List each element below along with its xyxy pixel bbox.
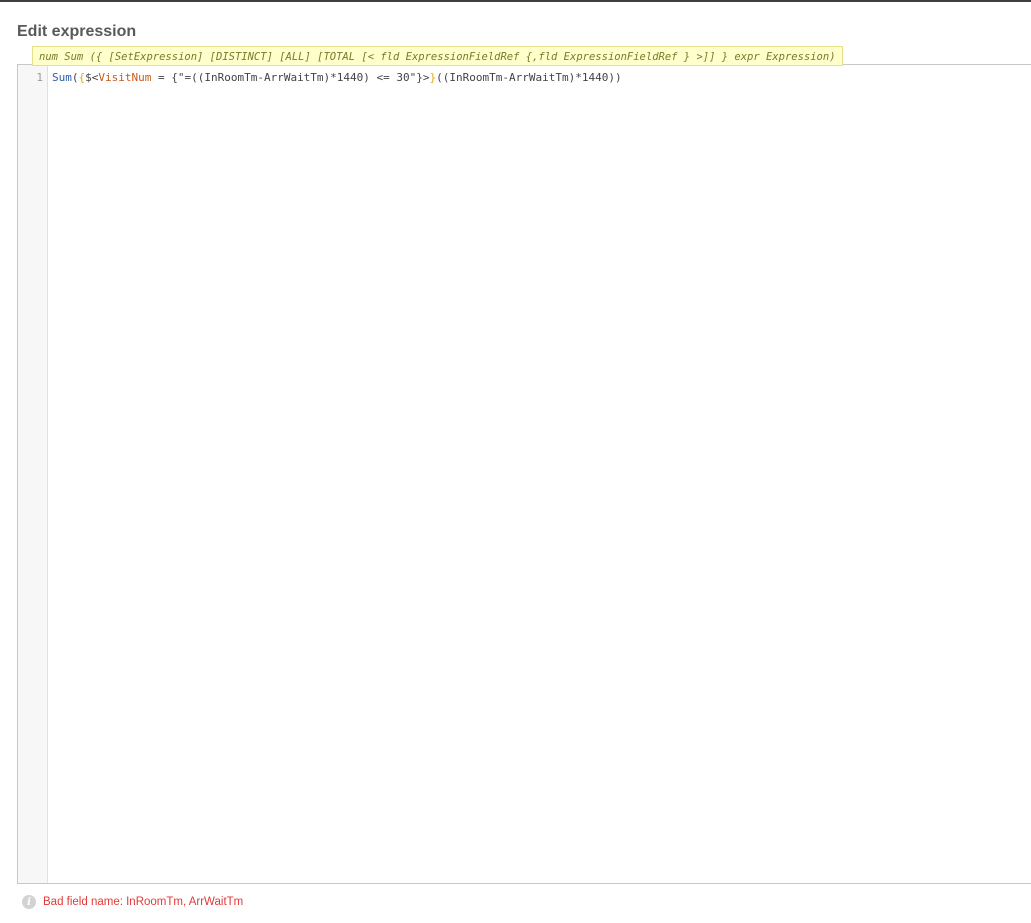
line-number: 1 [36, 71, 43, 84]
top-border [0, 0, 1031, 2]
line-gutter: 1 [18, 65, 48, 883]
syntax-tooltip: num Sum ({ [SetExpression] [DISTINCT] [A… [32, 46, 843, 66]
status-bar: i Bad field name: InRoomTm, ArrWaitTm [22, 894, 243, 910]
code-line[interactable]: Sum({$<VisitNum = {"=((InRoomTm-ArrWaitT… [52, 71, 622, 84]
token-field: VisitNum [98, 71, 152, 84]
token-expression: ((InRoomTm-ArrWaitTm)*1440)) [436, 71, 622, 84]
info-icon: i [22, 895, 36, 909]
dialog-title: Edit expression [17, 23, 137, 40]
expression-editor[interactable]: 1 Sum({$<VisitNum = {"=((InRoomTm-ArrWai… [17, 64, 1031, 884]
token-search-string: {"=((InRoomTm-ArrWaitTm)*1440) <= 30"} [171, 71, 423, 84]
error-message: Bad field name: InRoomTm, ArrWaitTm [43, 896, 244, 908]
token-set-close: > [422, 71, 430, 84]
token-function: Sum [52, 71, 72, 84]
token-open-paren: ( [71, 71, 79, 84]
token-equals: = [151, 71, 172, 84]
token-set-open: $< [85, 71, 99, 84]
